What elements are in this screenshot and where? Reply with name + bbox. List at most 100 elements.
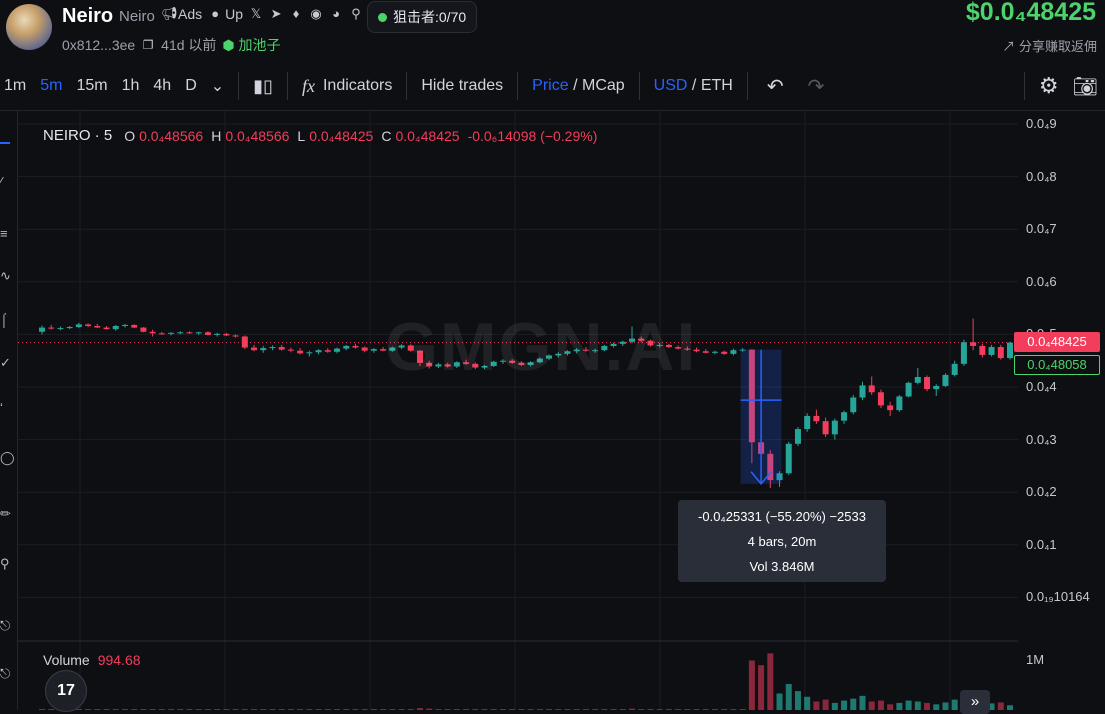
token-age: 41d 以前 bbox=[161, 37, 217, 53]
token-meta: 0x812...3ee ❐ 41d 以前 ⬢ 加池子 bbox=[62, 35, 281, 55]
token-avatar[interactable] bbox=[6, 4, 52, 50]
share-referral-link[interactable]: ↗ 分享赚取返佣 bbox=[1002, 36, 1097, 55]
candle-body bbox=[278, 347, 285, 350]
open-value: 0.0₄48566 bbox=[139, 127, 204, 144]
volume-bar bbox=[850, 698, 857, 710]
token-links: 📢︎ Ads ● Up 𝕏 ➤ ♦ ◉ ◕ ⚲ bbox=[161, 6, 363, 22]
candle-body bbox=[343, 345, 350, 349]
interval-1m[interactable]: 1m bbox=[0, 62, 33, 110]
trash-icon[interactable]: ⎋ bbox=[0, 666, 14, 684]
candle-body bbox=[370, 349, 377, 351]
scroll-to-latest-button[interactable]: » bbox=[960, 690, 990, 714]
copy-icon[interactable]: ❐ bbox=[141, 38, 155, 52]
interval-d[interactable]: D bbox=[178, 62, 204, 110]
price-mcap-toggle[interactable]: Price / MCap bbox=[525, 62, 632, 110]
usd-option[interactable]: USD bbox=[654, 77, 688, 95]
measure-bars: 4 bars, 20m bbox=[747, 534, 817, 549]
high-value: 0.0₄48566 bbox=[225, 127, 290, 144]
candle-body bbox=[195, 332, 202, 334]
telegram-icon[interactable]: ➤ bbox=[269, 7, 283, 21]
volume-bar bbox=[1007, 705, 1013, 710]
chrome-icon[interactable]: ◕ bbox=[329, 7, 343, 21]
toolbar-divider bbox=[286, 72, 288, 100]
toolbar-divider bbox=[638, 72, 640, 100]
candle-body bbox=[251, 347, 258, 351]
candle-body bbox=[361, 347, 368, 351]
candle-body bbox=[877, 392, 884, 406]
trendline-icon[interactable]: ∕ bbox=[0, 174, 14, 192]
candle-body bbox=[988, 347, 995, 355]
ruler-icon[interactable]: ✏ bbox=[0, 506, 14, 524]
volume-value: 994.68 bbox=[97, 652, 141, 668]
candle-body bbox=[850, 397, 857, 413]
price-axis-tick: 0.0₄1 bbox=[1026, 536, 1057, 552]
volume-bar bbox=[914, 701, 921, 710]
candle-body bbox=[168, 332, 175, 334]
ads-link[interactable]: 📢︎ Ads bbox=[161, 6, 202, 22]
price-axis-tick: 0.0₄3 bbox=[1026, 431, 1057, 447]
up-link[interactable]: ● Up bbox=[208, 6, 243, 22]
pattern-icon[interactable]: ∿ bbox=[0, 268, 14, 286]
currency-toggle[interactable]: USD / ETH bbox=[647, 62, 740, 110]
camera-icon[interactable]: 📷︎ bbox=[1066, 62, 1105, 110]
price-axis[interactable]: 0.0₄90.0₄80.0₄70.0₄60.0₄50.0₄40.0₄30.0₄2… bbox=[1018, 111, 1105, 710]
candle-body bbox=[297, 350, 304, 354]
chevron-down-icon[interactable]: ⌄ bbox=[204, 62, 231, 110]
token-name: Neiro bbox=[62, 5, 114, 27]
candle-body bbox=[66, 327, 73, 329]
people-icon: ● bbox=[211, 6, 220, 21]
current-price: $0.0₄48425 bbox=[965, 0, 1096, 26]
token-header: Neiro Neiro 📢︎ Ads ● Up 𝕏 ➤ ♦ ◉ ◕ ⚲ 狙击者:0/… bbox=[0, 0, 1105, 62]
price-axis-tick: 0.0₄8 bbox=[1026, 168, 1057, 184]
undo-icon[interactable]: ↶ bbox=[755, 62, 796, 110]
interval-5m[interactable]: 5m bbox=[33, 62, 69, 110]
search-icon[interactable]: ⚲ bbox=[349, 7, 363, 21]
emoji-icon[interactable]: ◯ bbox=[0, 450, 15, 468]
sniper-badge[interactable]: 狙击者:0/70 bbox=[367, 1, 478, 33]
candle-body bbox=[48, 327, 55, 329]
contract-address[interactable]: 0x812...3ee bbox=[62, 37, 135, 53]
candle-body bbox=[997, 347, 1004, 359]
candle-type-icon[interactable]: ▮▯ bbox=[246, 62, 280, 110]
text-icon[interactable]: ‘ bbox=[0, 400, 14, 418]
candle-body bbox=[241, 336, 248, 348]
zoom-icon[interactable]: ⚲ bbox=[0, 556, 14, 574]
candle-body bbox=[960, 342, 967, 364]
candle-body bbox=[352, 345, 359, 348]
x-logo-icon[interactable]: 𝕏 bbox=[249, 7, 263, 21]
tag-icon[interactable]: ♦ bbox=[289, 7, 303, 21]
lock-icon[interactable]: ⎋ bbox=[0, 618, 14, 636]
pool-link[interactable]: ⬢ 加池子 bbox=[222, 35, 280, 55]
hide-trades-button[interactable]: Hide trades bbox=[414, 62, 510, 110]
megaphone-icon: 📢︎ bbox=[161, 6, 178, 21]
volume-bar bbox=[924, 702, 931, 710]
projection-icon[interactable]: ⌠ bbox=[0, 312, 14, 330]
measure-volume: Vol 3.846M bbox=[749, 559, 815, 574]
indicators-button[interactable]: fx Indicators bbox=[295, 62, 399, 110]
mcap-option[interactable]: MCap bbox=[582, 77, 625, 95]
interval-1h[interactable]: 1h bbox=[115, 62, 147, 110]
tradingview-logo[interactable]: 17 bbox=[45, 670, 89, 712]
measure-tooltip: -0.0₄25331 (−55.20%) −2533 4 bars, 20m V… bbox=[678, 500, 886, 582]
interval-15m[interactable]: 15m bbox=[69, 62, 114, 110]
volume-bar bbox=[804, 696, 811, 710]
brush-icon[interactable]: ✓ bbox=[0, 355, 14, 373]
price-chart[interactable] bbox=[18, 111, 1018, 710]
redo-icon[interactable]: ↷ bbox=[796, 62, 837, 110]
candle-body bbox=[730, 350, 737, 354]
chart-toolbar: 1m 5m 15m 1h 4h D ⌄ ▮▯ fx Indicators Hide… bbox=[0, 62, 1105, 111]
volume-legend: Volume 994.68 bbox=[43, 652, 141, 668]
symbol-label[interactable]: NEIRO · 5 bbox=[43, 127, 112, 144]
fib-icon[interactable]: ≡ bbox=[0, 226, 14, 244]
active-tool-indicator bbox=[0, 142, 10, 144]
eth-option[interactable]: ETH bbox=[701, 77, 733, 95]
last-price-tag: 0.0₄48425 bbox=[1014, 332, 1100, 352]
volume-bar bbox=[776, 693, 783, 710]
candle-body bbox=[721, 351, 728, 354]
eye-icon[interactable]: ◉ bbox=[309, 7, 323, 21]
candle-body bbox=[933, 385, 940, 390]
volume-axis-label: 1M bbox=[1026, 652, 1045, 667]
price-option[interactable]: Price bbox=[532, 77, 568, 95]
settings-gear-icon[interactable]: ⚙ bbox=[1032, 62, 1066, 110]
interval-4h[interactable]: 4h bbox=[146, 62, 178, 110]
